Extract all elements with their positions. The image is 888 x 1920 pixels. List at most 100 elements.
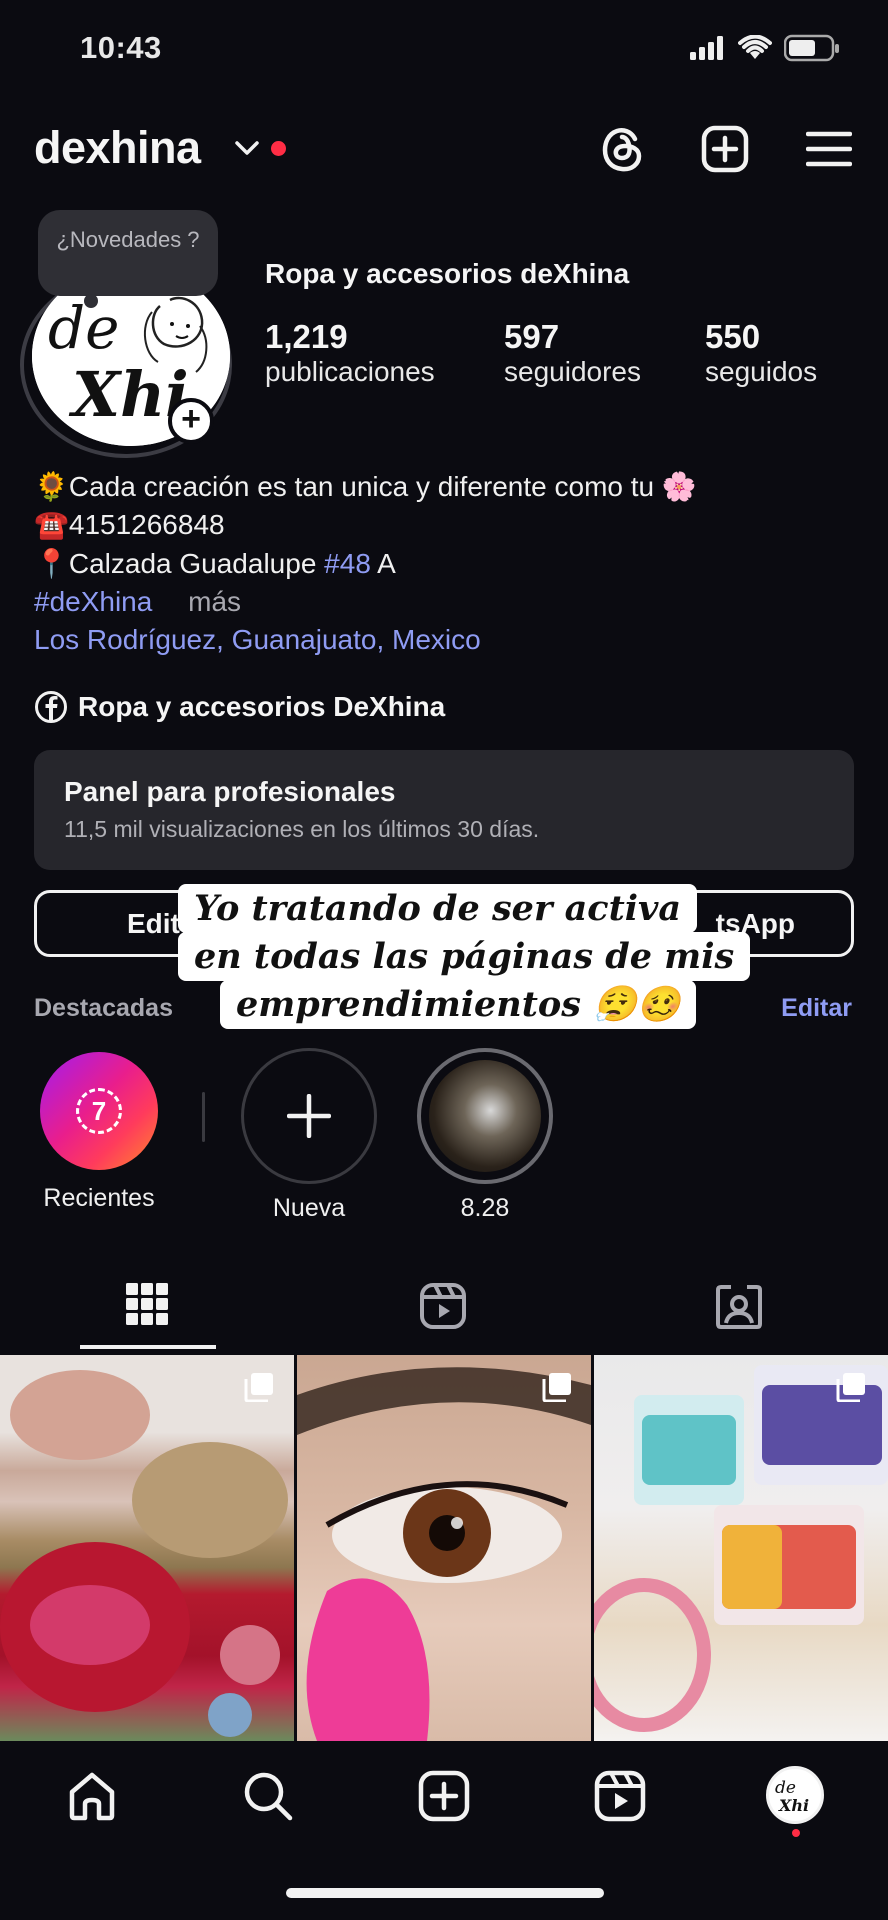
active-tab-indicator bbox=[80, 1345, 216, 1349]
nav-create[interactable] bbox=[418, 1770, 470, 1827]
home-indicator[interactable] bbox=[286, 1888, 604, 1898]
highlights-edit-link[interactable]: Editar bbox=[781, 994, 852, 1023]
status-time: 10:43 bbox=[80, 30, 162, 65]
threads-button[interactable] bbox=[598, 124, 648, 174]
nav-reels[interactable] bbox=[594, 1770, 646, 1827]
bio-more-link[interactable]: más bbox=[188, 586, 241, 617]
battery-icon bbox=[784, 34, 839, 62]
post-thumbnail-3[interactable] bbox=[594, 1355, 888, 1741]
highlights-title: Destacadas bbox=[34, 994, 173, 1022]
stat-value: 550 bbox=[705, 318, 761, 355]
multi-post-icon bbox=[836, 1372, 866, 1403]
stat-label: seguidos bbox=[705, 356, 818, 387]
plus-square-icon bbox=[418, 1770, 470, 1822]
home-icon bbox=[69, 1772, 115, 1821]
notes-bubble-tail bbox=[84, 294, 98, 308]
stat-value: 597 bbox=[504, 318, 560, 355]
highlight-828-ring bbox=[417, 1048, 553, 1184]
wifi-icon bbox=[738, 35, 772, 59]
stat-posts[interactable]: 1,219 publicaciones bbox=[265, 318, 435, 388]
bio-location[interactable]: Los Rodríguez, Guanajuato, Mexico bbox=[34, 624, 481, 656]
notes-bubble[interactable]: ¿Novedades ? bbox=[38, 210, 218, 296]
profile-notification-dot bbox=[792, 1829, 800, 1837]
pin-emoji: 📍 bbox=[34, 548, 69, 579]
highlight-recientes[interactable]: 7 Recientes bbox=[20, 1052, 179, 1213]
stat-label: seguidores bbox=[504, 356, 641, 387]
plus-icon bbox=[287, 1094, 331, 1138]
bio-phone: 4151266848 bbox=[68, 509, 225, 540]
bio-line-4: #deXhina más bbox=[34, 586, 241, 618]
post-thumbnail-1[interactable] bbox=[0, 1355, 294, 1741]
search-icon bbox=[244, 1772, 293, 1821]
highlights-divider bbox=[202, 1092, 205, 1142]
create-post-button[interactable] bbox=[700, 124, 750, 174]
new-highlight-circle bbox=[241, 1048, 377, 1184]
svg-text:de: de bbox=[48, 294, 119, 362]
tab-tagged[interactable] bbox=[715, 1282, 763, 1335]
sunflower-emoji: 🌻 bbox=[34, 471, 69, 502]
stat-following[interactable]: 550 seguidos bbox=[705, 318, 817, 388]
plus-square-icon bbox=[701, 125, 749, 173]
bio-text: Cada creación es tan unica y diferente c… bbox=[68, 471, 655, 502]
highlight-828[interactable]: 8.28 bbox=[405, 1048, 565, 1223]
post-2-image bbox=[297, 1367, 591, 1741]
caption-line-3: emprendimientos 😮‍💨🥴 bbox=[220, 980, 697, 1029]
bio-address: Calzada Guadalupe bbox=[68, 548, 317, 579]
bio-line-3: 📍Calzada Guadalupe #48 A bbox=[34, 547, 396, 580]
display-name: Ropa y accesorios deXhina bbox=[265, 258, 630, 289]
status-icons bbox=[690, 34, 840, 62]
bio-hashtag-48[interactable]: #48 bbox=[324, 548, 371, 579]
dexhina-logo-icon: de Xhi bbox=[775, 1778, 809, 1815]
notification-dot bbox=[271, 141, 286, 156]
post-3-image bbox=[594, 1365, 888, 1732]
threads-icon bbox=[602, 128, 642, 172]
highlight-label: Recientes bbox=[43, 1184, 155, 1212]
tagged-user-icon bbox=[716, 1285, 762, 1329]
highlight-label: Nueva bbox=[272, 1194, 346, 1222]
menu-button[interactable] bbox=[804, 124, 854, 174]
bio-line-1: 🌻Cada creación es tan unica y diferente … bbox=[34, 470, 697, 503]
panel-subtitle: 11,5 mil visualizaciones en los últimos … bbox=[64, 816, 540, 842]
multi-post-icon bbox=[542, 1372, 572, 1403]
bio-hashtag[interactable]: #deXhina bbox=[34, 586, 152, 617]
panel-title: Panel para profesionales bbox=[64, 776, 396, 807]
highlight-828-thumbnail bbox=[429, 1060, 541, 1172]
facebook-icon bbox=[35, 691, 67, 723]
hamburger-menu-icon bbox=[806, 131, 852, 167]
facebook-link[interactable]: Ropa y accesorios DeXhina bbox=[34, 690, 445, 724]
bio-address-suffix: A bbox=[377, 548, 396, 579]
bio-line-2: ☎️4151266848 bbox=[34, 508, 225, 541]
recent-count-badge: 7 bbox=[76, 1088, 122, 1134]
tab-grid[interactable] bbox=[126, 1283, 168, 1330]
post-thumbnail-2[interactable] bbox=[297, 1355, 591, 1741]
stat-label: publicaciones bbox=[265, 356, 435, 387]
cellular-signal-icon bbox=[690, 36, 723, 60]
tab-reels[interactable] bbox=[419, 1282, 467, 1335]
multi-post-icon bbox=[244, 1372, 274, 1403]
nav-search[interactable] bbox=[242, 1770, 294, 1827]
caption-line-2: en todas las páginas de mis bbox=[178, 932, 751, 981]
professional-dashboard[interactable]: Panel para profesionales 11,5 mil visual… bbox=[34, 750, 854, 870]
facebook-label: Ropa y accesorios DeXhina bbox=[78, 691, 446, 722]
reels-icon bbox=[420, 1283, 466, 1329]
edit-profile-label: Edit bbox=[127, 907, 180, 939]
highlight-label: 8.28 bbox=[460, 1194, 510, 1222]
stat-followers[interactable]: 597 seguidores bbox=[504, 318, 641, 388]
grid-icon bbox=[126, 1283, 168, 1325]
highlight-new[interactable]: Nueva bbox=[229, 1048, 389, 1223]
nav-profile[interactable]: de Xhi bbox=[766, 1766, 824, 1824]
telephone-emoji: ☎️ bbox=[34, 509, 69, 540]
nav-avatar: de Xhi bbox=[766, 1766, 824, 1824]
caption-line-1: Yo tratando de ser activa bbox=[178, 884, 698, 933]
profile-username[interactable]: dexhina bbox=[34, 122, 201, 174]
nav-home[interactable] bbox=[66, 1770, 118, 1827]
svg-text:de: de bbox=[775, 1778, 796, 1798]
blossom-emoji: 🌸 bbox=[661, 471, 697, 502]
stat-value: 1,219 bbox=[265, 318, 348, 355]
reels-icon bbox=[594, 1770, 646, 1822]
recientes-ring: 7 bbox=[40, 1052, 158, 1170]
chevron-down-icon[interactable] bbox=[234, 138, 260, 158]
post-1-image bbox=[0, 1370, 288, 1737]
add-story-button[interactable]: + bbox=[168, 398, 214, 444]
svg-text:Xhi: Xhi bbox=[778, 1796, 809, 1815]
